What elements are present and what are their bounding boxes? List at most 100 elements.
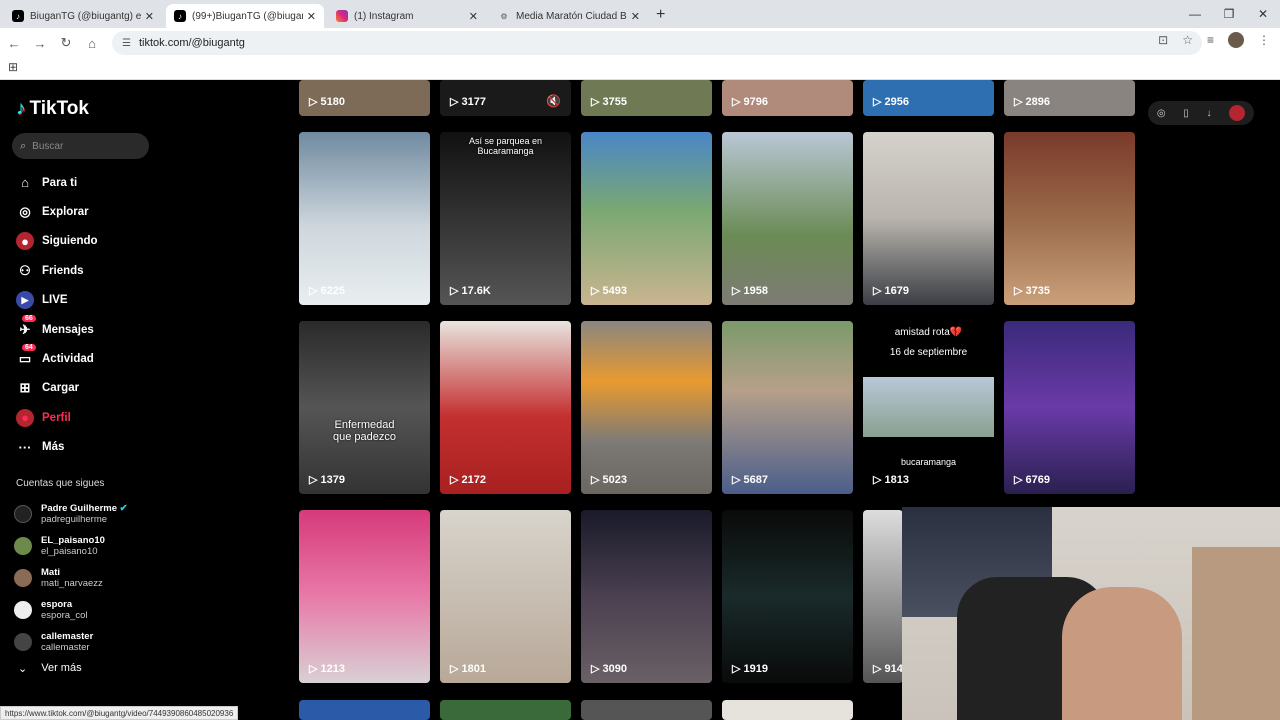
browser-tab-active[interactable]: ♪ (99+)BiuganTG (@biugantg) | T ✕ [166,4,324,28]
see-more-button[interactable]: ⌄ Ver más [18,662,82,675]
upload-icon: ⊞ [19,380,31,396]
video-tile[interactable]: ▷ 1213 [299,510,430,683]
video-tile[interactable]: ▷ 6769 [1004,321,1135,494]
forward-icon[interactable]: → [28,36,52,51]
view-count: ▷ 3177 [450,95,486,109]
home-page-icon[interactable]: ⌂ [80,36,104,51]
browser-profile-avatar[interactable] [1228,32,1244,48]
phone-icon[interactable]: ▯ [1183,108,1189,119]
webcam-kitchen [1192,547,1280,720]
nav-item-mensajes[interactable]: ✈ 66 Mensajes [16,314,98,344]
video-tile[interactable]: ▷ 3090 [581,510,712,683]
following-item[interactable]: espora espora_col [14,594,128,626]
video-tile[interactable] [440,700,571,720]
profile-avatar[interactable] [1229,105,1246,121]
view-count: ▷ 1958 [732,284,768,298]
apps-grid-icon[interactable]: ⊞ [8,60,18,74]
nav-item-actividad[interactable]: ▭ 64 Actividad [16,344,98,373]
compass-small-icon[interactable]: ◎ [1157,108,1166,119]
nav-item-mas[interactable]: ··· Más [16,433,98,462]
video-tile[interactable]: ▷ 1919 [722,510,853,683]
close-icon[interactable]: ✕ [145,10,154,23]
install-app-icon[interactable]: ⊡ [1158,33,1168,47]
view-count: ▷ 17.6K [450,284,491,298]
browser-tab[interactable]: ♪ BiuganTG (@biugantg) está LIV ✕ [4,4,162,28]
play-icon: ▷ [873,285,882,297]
video-tile[interactable]: ▷ 3755 [581,80,712,116]
video-tile[interactable]: ▷ 1679 [863,132,994,305]
video-tile[interactable] [299,700,430,720]
video-tile[interactable]: ▷ 3735 [1004,132,1135,305]
menu-kebab-icon[interactable]: ⋮ [1258,33,1270,47]
play-icon: ▷ [732,474,741,486]
following-item[interactable]: callemaster callemaster [14,626,128,658]
nav-item-para-ti[interactable]: ⌂ Para ti [16,168,98,197]
video-tile[interactable]: amistad rota💔 16 de septiembre bucaraman… [863,321,994,494]
play-icon: ▷ [873,474,882,486]
download-icon[interactable]: ↓ [1206,108,1211,119]
new-tab-button[interactable]: + [656,6,665,24]
video-tile[interactable]: ▷ 2172 [440,321,571,494]
play-icon: ▷ [1014,96,1023,108]
video-tile[interactable]: ▷ 2896 [1004,80,1135,116]
following-icon: ● [16,232,34,251]
mute-icon[interactable]: 🔇 [546,94,561,108]
bookmark-star-icon[interactable]: ☆ [1182,33,1193,47]
video-tile[interactable] [722,700,853,720]
play-icon: ▷ [1014,474,1023,486]
nav-item-siguiendo[interactable]: ● Siguiendo [16,227,98,256]
minimize-icon[interactable]: — [1178,7,1212,21]
avatar [14,601,32,619]
video-tile[interactable]: ▷ 5180 [299,80,430,116]
verified-icon: ✔ [119,503,128,514]
nav-item-explorar[interactable]: ◎ Explorar [16,197,98,226]
video-tile[interactable]: ▷ 2956 [863,80,994,116]
address-bar[interactable]: ☰ tiktok.com/@biugantg [112,31,1202,55]
following-item[interactable]: Mati mati_narvaezz [14,562,128,594]
close-icon[interactable]: ✕ [469,10,478,23]
close-window-icon[interactable]: ✕ [1246,7,1280,21]
close-icon[interactable]: ✕ [631,10,640,23]
video-tile[interactable]: ▷ 6225 [299,132,430,305]
video-tile[interactable]: ▷ 5687 [722,321,853,494]
close-icon[interactable]: ✕ [307,10,316,23]
play-icon: ▷ [591,96,600,108]
video-tile[interactable]: ▷ 1801 [440,510,571,683]
video-tile[interactable]: ▷ 5493 [581,132,712,305]
video-tile[interactable]: Enfermedad que padezco ▷ 1379 [299,321,430,494]
play-icon: ▷ [450,474,459,486]
video-tile[interactable] [581,700,712,720]
video-tile[interactable]: ▷ 9796 [722,80,853,116]
activity-badge: 64 [22,344,36,352]
video-tile[interactable]: ▷ 1958 [722,132,853,305]
browser-tab[interactable]: (1) Instagram ✕ [328,4,486,28]
view-count: ▷ 1213 [309,662,345,676]
tiktok-logo[interactable]: ♪ TikTok [16,98,89,120]
restore-icon[interactable]: ❐ [1212,7,1246,21]
search-input[interactable]: ⌕ Buscar [12,133,149,159]
video-tile[interactable]: ▷ 3177 🔇 [440,80,571,116]
reading-list-icon[interactable]: ≡ [1207,33,1214,47]
play-icon: ▷ [591,474,600,486]
view-count: ▷ 1379 [309,473,345,487]
following-item[interactable]: EL_paisano10 el_paisano10 [14,530,128,562]
video-tile[interactable]: Así se parquea en Bucaramanga ▷ 17.6K [440,132,571,305]
nav-item-cargar[interactable]: ⊞ Cargar [16,374,98,403]
reload-icon[interactable]: ↻ [54,35,78,51]
activity-icon: ▭ 64 [16,344,36,368]
view-count: ▷ 1919 [732,662,768,676]
following-item[interactable]: Padre Guilherme ✔ padreguilherme [14,498,128,530]
view-count: ▷ 3755 [591,95,627,109]
site-info-icon[interactable]: ☰ [122,38,131,49]
video-tile[interactable]: ▷ 914 [863,510,903,683]
status-bar-url: https://www.tiktok.com/@biugantg/video/7… [0,706,239,720]
avatar [14,505,32,523]
video-tile[interactable]: ▷ 5023 [581,321,712,494]
nav-item-live[interactable]: ▶ LIVE [16,286,98,315]
browser-tab[interactable]: ⚙ Media Maratón Ciudad Bonita ✕ [490,4,648,28]
nav-item-perfil[interactable]: ● Perfil [16,403,98,432]
view-count: ▷ 914 [873,662,903,676]
nav-item-friends[interactable]: ⚇ Friends [16,256,98,285]
play-icon: ▷ [450,285,459,297]
back-icon[interactable]: ← [2,36,26,51]
